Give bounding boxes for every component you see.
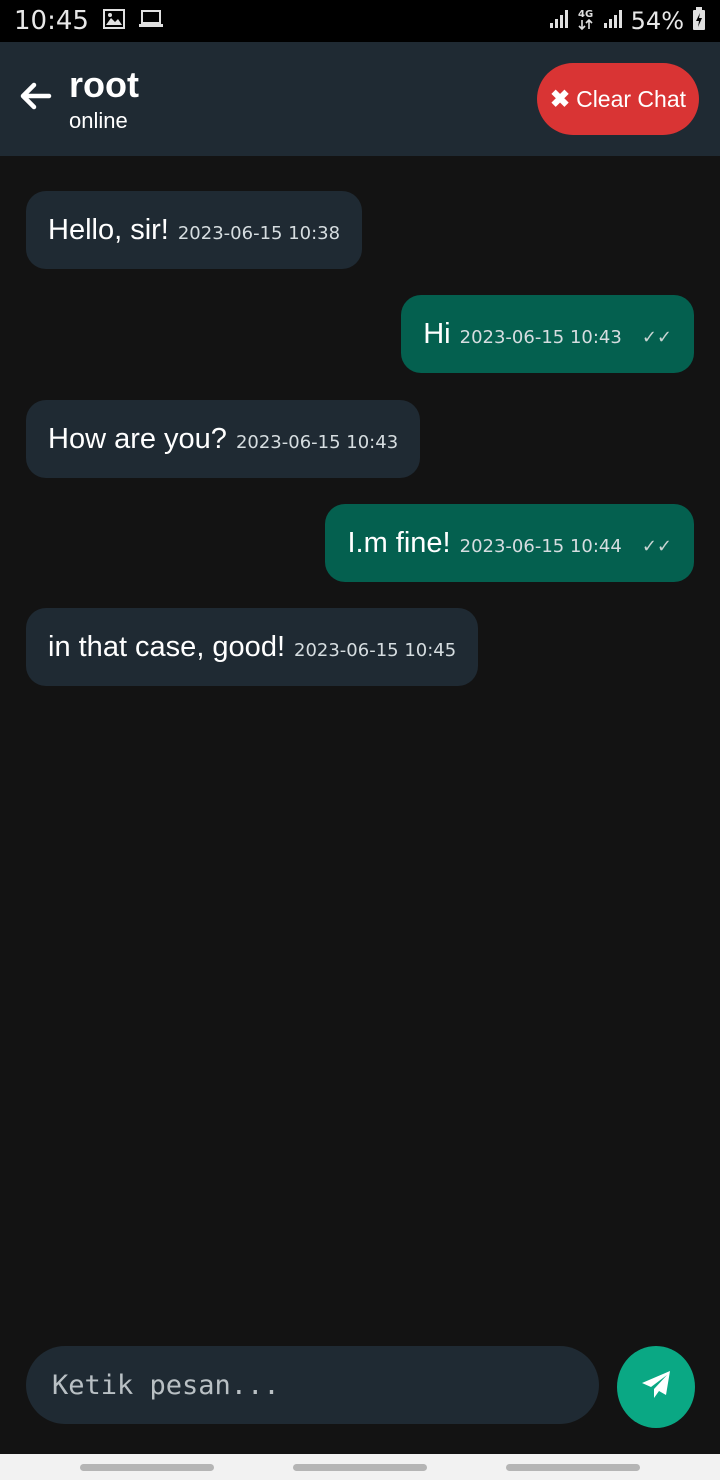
clear-chat-label: Clear Chat: [576, 85, 687, 112]
contact-name: root: [69, 64, 139, 105]
status-bar: 10:45 4G 54%: [0, 0, 720, 42]
read-receipt-icon: ✓✓: [641, 326, 672, 348]
nav-back-button[interactable]: [506, 1463, 641, 1471]
send-icon: [639, 1368, 673, 1407]
status-bar-left: 10:45: [14, 6, 163, 36]
battery-charging-icon: [692, 6, 706, 36]
message-input-container: [26, 1346, 599, 1424]
signal-icon: [603, 9, 623, 34]
message-text: in that case, good!: [48, 630, 285, 663]
message-time: 2023-06-15 10:43: [459, 326, 622, 348]
read-receipt-icon: ✓✓: [641, 535, 672, 557]
message-text: How are you?: [48, 422, 227, 455]
message-text: Hello, sir!: [48, 213, 169, 246]
message-list: Hello, sir! 2023-06-15 10:38 Hi 2023-06-…: [0, 156, 720, 1336]
signal-icon: [549, 9, 569, 34]
network-label: 4G: [578, 9, 593, 20]
chat-screen: 10:45 4G 54% root online ✖ Clear Chat He…: [0, 0, 720, 1480]
message-input[interactable]: [26, 1346, 599, 1424]
back-arrow-icon[interactable]: [18, 78, 54, 114]
message-time: 2023-06-15 10:38: [177, 222, 341, 244]
send-button[interactable]: [617, 1346, 695, 1428]
battery-percent: 54%: [630, 7, 684, 35]
network-4g-icon: 4G: [577, 7, 595, 36]
nav-recent-apps-button[interactable]: [79, 1463, 214, 1471]
message-bubble-incoming: Hello, sir! 2023-06-15 10:38: [26, 191, 363, 269]
message-time: 2023-06-15 10:45: [294, 639, 457, 661]
laptop-icon: [138, 9, 163, 33]
message-time: 2023-06-15 10:43: [235, 431, 399, 453]
close-icon: ✖: [549, 85, 571, 113]
system-nav-bar: [0, 1454, 720, 1480]
status-bar-right: 4G 54%: [549, 6, 706, 36]
message-bubble-incoming: in that case, good! 2023-06-15 10:45: [26, 608, 479, 686]
message-bubble-incoming: How are you? 2023-06-15 10:43: [26, 400, 421, 478]
image-icon: [102, 8, 125, 34]
message-text: Hi: [423, 317, 451, 350]
nav-home-button[interactable]: [292, 1463, 427, 1471]
chat-header: root online ✖ Clear Chat: [0, 42, 720, 156]
message-text: I.m fine!: [347, 526, 451, 559]
message-time: 2023-06-15 10:44: [459, 535, 622, 557]
clear-chat-button[interactable]: ✖ Clear Chat: [537, 63, 699, 135]
message-bubble-outgoing: Hi 2023-06-15 10:43 ✓✓: [401, 295, 694, 373]
message-bubble-outgoing: I.m fine! 2023-06-15 10:44 ✓✓: [325, 504, 694, 582]
status-time: 10:45: [14, 6, 89, 36]
contact-status: online: [69, 108, 128, 133]
